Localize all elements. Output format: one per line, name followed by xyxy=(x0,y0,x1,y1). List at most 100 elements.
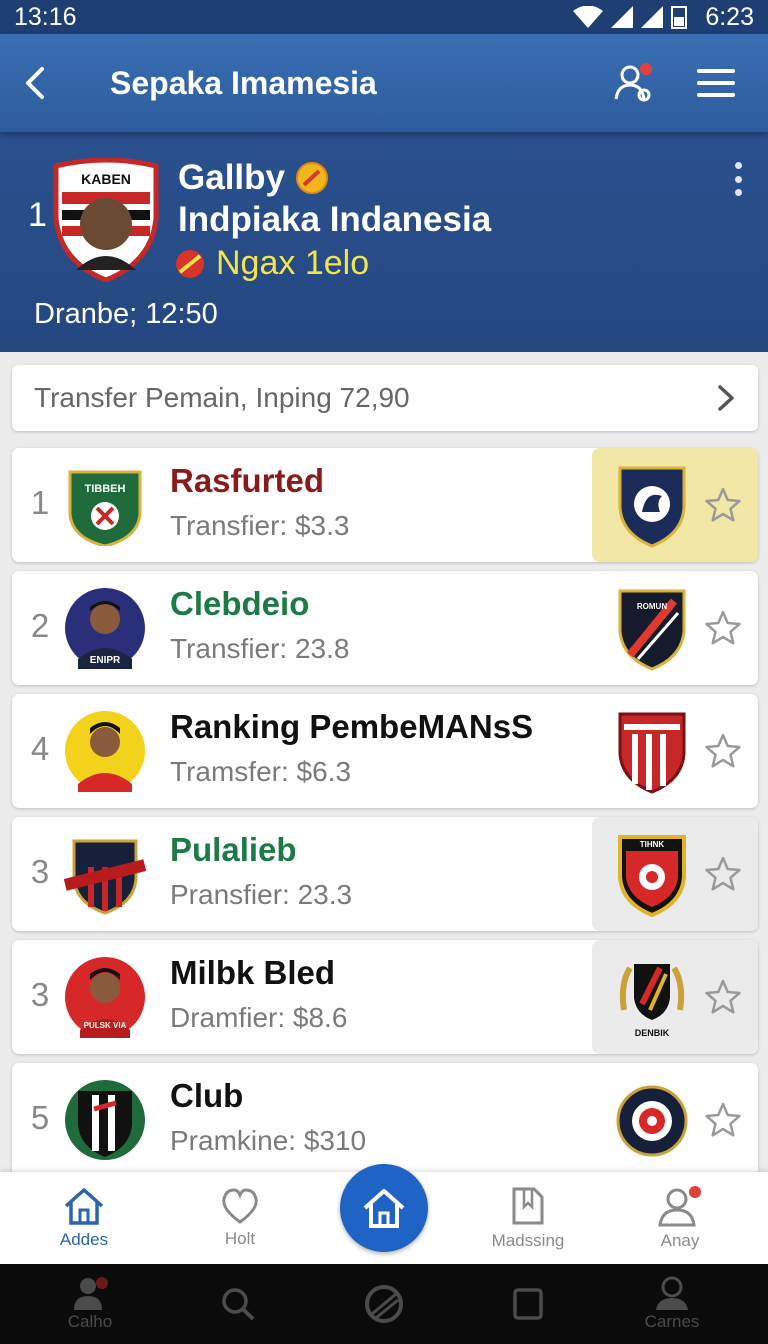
featured-player-card[interactable]: 1 KABEN Gallby Indpiaka Indanesia Ngax 1… xyxy=(0,132,768,352)
featured-crest-text: KABEN xyxy=(81,171,131,187)
nav-favorites[interactable]: Holt xyxy=(180,1172,300,1264)
club-crest-round-icon xyxy=(616,1085,688,1157)
nav-favorites-label: Holt xyxy=(224,1229,256,1248)
square-icon xyxy=(513,1288,543,1320)
nav-center-home-button[interactable] xyxy=(340,1164,428,1252)
row-name: Clebdeio xyxy=(170,585,310,622)
menu-icon xyxy=(697,69,735,97)
favorite-star-icon[interactable] xyxy=(704,1101,742,1139)
sys-nav-profile[interactable]: Carnes xyxy=(612,1264,732,1344)
favorite-star-icon[interactable] xyxy=(704,732,742,770)
app-bar: Sepaka Imamesia xyxy=(0,34,768,132)
list-item[interactable]: 4 Ranking PembeMANsS Tramsfer: $6.3 xyxy=(12,694,758,808)
signal-icon-2 xyxy=(641,6,664,28)
row-rank: 5 xyxy=(30,1099,50,1136)
row-rank: 4 xyxy=(30,730,50,767)
nav-account[interactable]: Anay xyxy=(620,1172,740,1264)
featured-player-name: Gallby xyxy=(178,158,285,197)
profile-button[interactable] xyxy=(604,53,664,113)
transfer-summary-bar[interactable]: Transfer Pemain, Inping 72,90 xyxy=(12,365,758,431)
list-item[interactable]: 2 ENIPR Clebdeio Transfier: 23.8 ROMUN xyxy=(12,571,758,685)
club-badge-icon xyxy=(64,839,146,915)
bottom-navigation: Addes Holt Madssing Anay xyxy=(0,1164,768,1264)
home-icon xyxy=(64,1188,104,1225)
club-crest-striped-icon xyxy=(618,712,686,794)
avatar-text: PULSK VIA xyxy=(84,1021,127,1030)
club-crest-laurel-icon: DENBIK xyxy=(619,964,685,1038)
featured-tag-row: Ngax 1elo xyxy=(174,244,369,283)
featured-player-subtitle: Indpiaka Indanesia xyxy=(178,200,492,239)
favorite-star-icon[interactable] xyxy=(704,978,742,1016)
system-navigation: Calho Carnes xyxy=(0,1264,768,1344)
favorite-star-icon[interactable] xyxy=(704,609,742,647)
sys-nav-recents[interactable] xyxy=(468,1264,588,1344)
chevron-right-icon xyxy=(718,385,734,411)
status-icons: 6:23 xyxy=(573,3,754,32)
list-item[interactable]: 5 Club Pramkine: $310 xyxy=(12,1063,758,1177)
lock-icon xyxy=(74,1277,108,1310)
club-badge-icon xyxy=(65,1080,145,1160)
crest-text: ROMUN xyxy=(637,602,667,611)
row-transfer: Tramsfer: $6.3 xyxy=(170,756,352,787)
featured-player-name-row: Gallby xyxy=(178,158,329,198)
row-name: Club xyxy=(170,1077,244,1114)
club-crest-icon: ROMUN xyxy=(618,589,686,671)
battery-icon xyxy=(671,6,688,29)
nav-documents-label: Madssing xyxy=(491,1231,565,1250)
player-avatar: PULSK VIA xyxy=(65,957,145,1038)
featured-tag: Ngax 1elo xyxy=(216,244,370,282)
home-icon xyxy=(363,1189,405,1228)
row-rank: 2 xyxy=(30,607,50,644)
avatar-text: TIBBEH xyxy=(85,483,126,495)
avatar-text: ENIPR xyxy=(90,655,121,666)
search-icon xyxy=(222,1288,255,1321)
row-transfer: Transfier: 23.8 xyxy=(170,633,350,664)
user-icon xyxy=(658,1186,701,1227)
club-crest-icon: TIHNK xyxy=(618,835,686,917)
row-name: Ranking PembeMANsS xyxy=(170,708,534,745)
nav-home[interactable]: Addes xyxy=(24,1172,144,1264)
status-bar: 13:16 6:23 xyxy=(0,0,768,34)
list-item[interactable]: 3 Pulalieb Pransfier: 23.3 TIHNK xyxy=(12,817,758,931)
nav-account-label: Anay xyxy=(660,1231,700,1250)
verified-badge-icon xyxy=(295,162,328,194)
user-settings-icon xyxy=(614,63,652,102)
row-transfer: Pransfier: 23.3 xyxy=(170,879,353,910)
row-rank: 1 xyxy=(30,484,50,521)
sys-nav-search[interactable] xyxy=(178,1264,298,1344)
list-item[interactable]: 3 PULSK VIA Milbk Bled Dramfier: $8.6 DE… xyxy=(12,940,758,1054)
row-transfer: Dramfier: $8.6 xyxy=(170,1002,348,1033)
signal-icon xyxy=(611,6,634,28)
more-dot xyxy=(734,189,742,196)
row-transfer: Transfier: $3.3 xyxy=(170,510,350,541)
sys-nav-ball[interactable] xyxy=(324,1264,444,1344)
status-time-right: 6:23 xyxy=(705,2,754,31)
transfer-summary-text: Transfer Pemain, Inping 72,90 xyxy=(34,382,410,413)
heart-icon xyxy=(222,1188,258,1224)
sys-nav-profile-label: Carnes xyxy=(644,1312,700,1331)
favorite-star-icon[interactable] xyxy=(704,855,742,893)
row-rank: 3 xyxy=(30,853,50,890)
more-options-button[interactable] xyxy=(728,162,748,196)
featured-date: Dranbe; 12:50 xyxy=(34,298,218,330)
ball-icon xyxy=(365,1285,403,1323)
list-item[interactable]: 1 TIBBEH Rasfurted Transfier: $3.3 xyxy=(12,448,758,562)
back-arrow-icon xyxy=(26,67,44,99)
status-time-left: 13:16 xyxy=(14,2,77,31)
row-name: Rasfurted xyxy=(170,462,325,499)
club-crest-lion-icon xyxy=(618,466,686,548)
nav-documents[interactable]: Madssing xyxy=(468,1172,588,1264)
sys-nav-lock[interactable]: Calho xyxy=(30,1264,150,1344)
page-title: Sepaka Imamesia xyxy=(110,64,377,101)
menu-button[interactable] xyxy=(686,53,746,113)
crest-text: DENBIK xyxy=(635,1028,670,1038)
nav-home-label: Addes xyxy=(59,1230,109,1249)
ball-icon xyxy=(176,249,204,278)
wifi-icon xyxy=(573,6,604,28)
favorite-star-icon[interactable] xyxy=(704,486,742,524)
row-name: Milbk Bled xyxy=(170,954,336,991)
player-avatar xyxy=(65,711,145,792)
crest-text: TIHNK xyxy=(640,840,665,849)
back-button[interactable] xyxy=(22,53,62,113)
sys-nav-lock-label: Calho xyxy=(67,1312,113,1331)
